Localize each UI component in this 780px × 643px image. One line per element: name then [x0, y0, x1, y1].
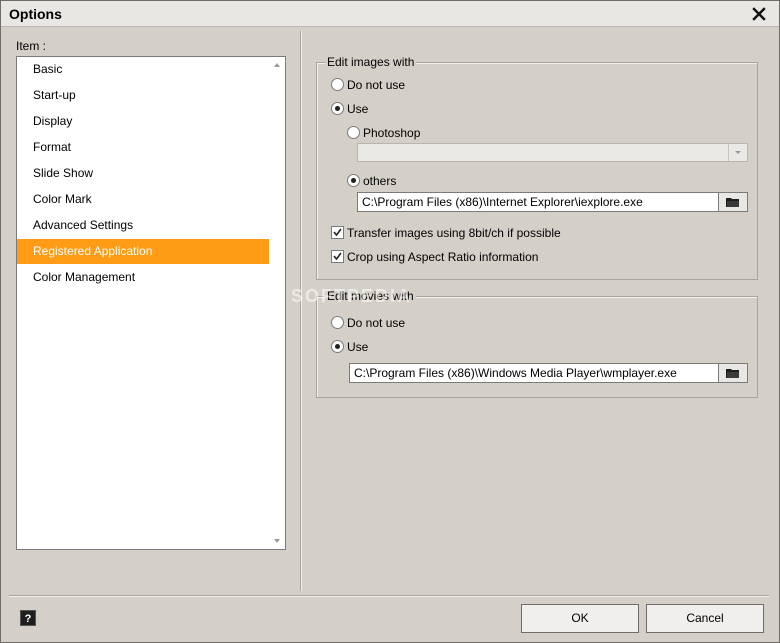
- radio-label: Do not use: [347, 77, 406, 92]
- others-browse-button[interactable]: [718, 192, 748, 212]
- sidebar-item-slide-show[interactable]: Slide Show: [17, 161, 269, 186]
- chevron-down-icon: [735, 151, 741, 154]
- title-bar: Options: [1, 1, 779, 27]
- radio-circle: [331, 340, 344, 354]
- checkbox-label: Transfer images using 8bit/ch if possibl…: [347, 225, 561, 240]
- radio-label: Use: [347, 339, 369, 354]
- checkbox-box: [331, 250, 344, 264]
- checkbox-label: Crop using Aspect Ratio information: [347, 249, 539, 264]
- photoshop-combobox[interactable]: [357, 143, 748, 162]
- horizontal-divider: [9, 595, 769, 596]
- sidebar-item-basic[interactable]: Basic: [17, 57, 269, 82]
- radio-label: others: [363, 173, 397, 188]
- radio-label: Photoshop: [363, 125, 421, 140]
- edit-images-title: Edit images with: [325, 55, 417, 69]
- edit-images-group: Edit images with Do not use Use Photosho…: [316, 55, 758, 280]
- radio-circle: [347, 174, 360, 188]
- cancel-button[interactable]: Cancel: [646, 604, 764, 633]
- photoshop-radio[interactable]: Photoshop: [347, 123, 420, 141]
- others-path-field[interactable]: C:\Program Files (x86)\Internet Explorer…: [357, 192, 719, 212]
- images-use-radio[interactable]: Use: [331, 99, 368, 117]
- radio-label: Do not use: [347, 315, 406, 330]
- ok-button[interactable]: OK: [521, 604, 639, 633]
- movies-browse-button[interactable]: [718, 363, 748, 383]
- checkbox-box: [331, 226, 344, 240]
- options-dialog: Options Item : Basic Start-up Display Fo…: [0, 0, 780, 643]
- folder-icon: [726, 369, 739, 378]
- movies-use-radio[interactable]: Use: [331, 337, 368, 355]
- sidebar-item-advanced-settings[interactable]: Advanced Settings: [17, 213, 269, 238]
- scroll-down-arrow-icon[interactable]: [273, 537, 281, 545]
- sidebar-item-color-management[interactable]: Color Management: [17, 265, 269, 290]
- item-label: Item :: [16, 39, 47, 53]
- edit-movies-group: Edit movies with Do not use Use C:\Progr…: [316, 289, 758, 398]
- crop-aspect-ratio-checkbox[interactable]: Crop using Aspect Ratio information: [331, 247, 538, 265]
- radio-circle: [331, 102, 344, 116]
- checkmark-icon: [333, 252, 342, 261]
- radio-circle: [331, 316, 344, 330]
- dialog-title: Options: [9, 6, 62, 22]
- transfer-8bit-checkbox[interactable]: Transfer images using 8bit/ch if possibl…: [331, 223, 561, 241]
- sidebar-item-display[interactable]: Display: [17, 109, 269, 134]
- combobox-dropdown-button[interactable]: [728, 144, 747, 161]
- close-button[interactable]: [749, 4, 769, 24]
- folder-icon: [726, 198, 739, 207]
- sidebar-item-color-mark[interactable]: Color Mark: [17, 187, 269, 212]
- others-radio[interactable]: others: [347, 171, 396, 189]
- movies-do-not-use-radio[interactable]: Do not use: [331, 313, 405, 331]
- radio-label: Use: [347, 101, 369, 116]
- movies-path-field[interactable]: C:\Program Files (x86)\Windows Media Pla…: [349, 363, 719, 383]
- checkmark-icon: [333, 228, 342, 237]
- sidebar-item-start-up[interactable]: Start-up: [17, 83, 269, 108]
- radio-circle: [331, 78, 344, 92]
- images-do-not-use-radio[interactable]: Do not use: [331, 75, 405, 93]
- radio-circle: [347, 126, 360, 140]
- vertical-divider: [300, 31, 301, 591]
- sidebar-item-format[interactable]: Format: [17, 135, 269, 160]
- edit-movies-title: Edit movies with: [325, 289, 416, 303]
- help-icon[interactable]: ?: [20, 610, 36, 626]
- item-list[interactable]: Basic Start-up Display Format Slide Show…: [16, 56, 286, 550]
- sidebar-item-registered-application[interactable]: Registered Application: [17, 239, 269, 264]
- scroll-up-arrow-icon[interactable]: [273, 61, 281, 69]
- close-icon: [752, 7, 766, 21]
